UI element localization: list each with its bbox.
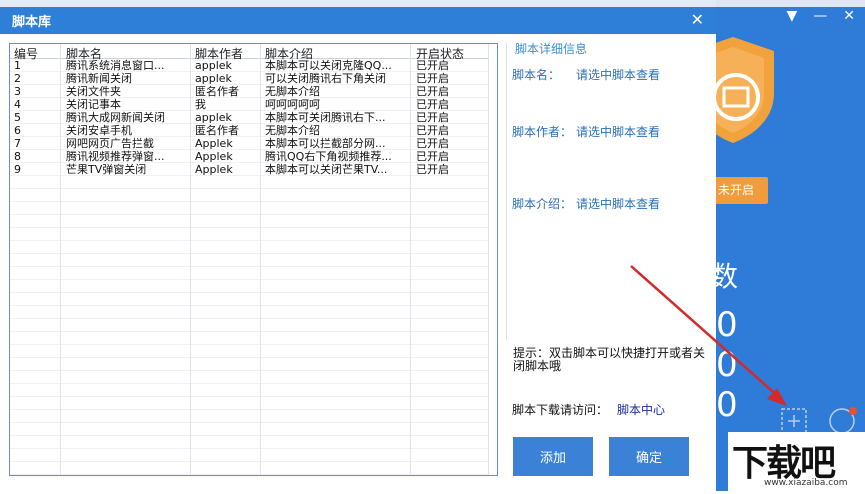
table-cell: Applek bbox=[195, 150, 233, 163]
table-cell: 腾讯新闻关闭 bbox=[66, 72, 132, 85]
table-cell: 1 bbox=[14, 59, 21, 72]
script-library-dialog: 脚本库 ✕ 编号 脚本名 脚本作者 脚本介绍 开启状态 1 腾讯系统消息窗口... apple… bbox=[0, 0, 716, 491]
table-row[interactable]: 9 芒果TV弹窗关闭 Applek 本脚本可以关闭芒果TV... 已开启 bbox=[10, 163, 488, 176]
close-icon[interactable]: ✕ bbox=[843, 8, 855, 24]
table-row[interactable]: 3 关闭文件夹 匿名作者 无脚本介绍 已开启 bbox=[10, 85, 488, 98]
detail-author-value: 请选中脚本查看 bbox=[576, 125, 661, 139]
annotation-arrow bbox=[630, 265, 787, 406]
table-cell: 已开启 bbox=[416, 137, 449, 150]
table-cell: 无脚本介绍 bbox=[265, 124, 320, 137]
table-row[interactable]: 5 腾讯大成网新闻关闭 applek 本脚本可关闭腾讯右下... 已开启 bbox=[10, 111, 488, 124]
detail-panel-title: 脚本详细信息 bbox=[515, 42, 588, 56]
table-cell: 腾讯视频推荐弹窗... bbox=[66, 150, 165, 163]
table-cell: applek bbox=[195, 72, 232, 85]
table-cell: 已开启 bbox=[416, 98, 449, 111]
table-row[interactable]: 1 腾讯系统消息窗口... applek 本脚本可以关闭克隆QQ... 已开启 bbox=[10, 59, 488, 72]
dialog-title: 脚本库 bbox=[12, 15, 52, 30]
table-cell: 呵呵呵呵呵 bbox=[265, 98, 320, 111]
close-button[interactable]: ✕ bbox=[691, 10, 704, 29]
watermark-url: www.xiazaiba.com bbox=[764, 478, 848, 488]
add-button[interactable]: 添加 bbox=[513, 437, 593, 476]
table-cell: 无脚本介绍 bbox=[265, 85, 320, 98]
table-cell: 本脚本可以关闭克隆QQ... bbox=[265, 59, 392, 72]
download-label: 脚本下载请访问： bbox=[512, 403, 609, 417]
table-cell: 7 bbox=[14, 137, 21, 150]
table-cell: 已开启 bbox=[416, 150, 449, 163]
table-cell: Applek bbox=[195, 137, 233, 150]
background-window-controls[interactable]: ▼ — ✕ bbox=[786, 8, 855, 24]
table-row[interactable]: 8 腾讯视频推荐弹窗... Applek 腾讯QQ右下角视频推荐... 已开启 bbox=[10, 150, 488, 163]
table-cell: 9 bbox=[14, 163, 21, 176]
script-table[interactable]: 编号 脚本名 脚本作者 脚本介绍 开启状态 1 腾讯系统消息窗口... applek 本脚本可以… bbox=[9, 43, 498, 476]
table-cell: 本脚本可以拦截部分网... bbox=[265, 137, 386, 150]
table-cell: 5 bbox=[14, 111, 21, 124]
table-cell: 匿名作者 bbox=[195, 124, 239, 137]
table-cell: 关闭文件夹 bbox=[66, 85, 121, 98]
table-cell: 4 bbox=[14, 98, 21, 111]
table-row[interactable]: 7 网吧网页广告拦截 Applek 本脚本可以拦截部分网... 已开启 bbox=[10, 137, 488, 150]
table-cell: 芒果TV弹窗关闭 bbox=[66, 163, 147, 176]
table-cell: 已开启 bbox=[416, 111, 449, 124]
dialog-top-edge bbox=[0, 0, 716, 7]
table-cell: 关闭安卓手机 bbox=[66, 124, 132, 137]
table-cell: 3 bbox=[14, 85, 21, 98]
table-row[interactable]: 6 关闭安卓手机 匿名作者 无脚本介绍 已开启 bbox=[10, 124, 488, 137]
detail-intro-value: 请选中脚本查看 bbox=[576, 197, 661, 211]
table-cell: 匿名作者 bbox=[195, 85, 239, 98]
table-cell: 已开启 bbox=[416, 85, 449, 98]
table-cell: 网吧网页广告拦截 bbox=[66, 137, 154, 150]
dialog-titlebar: 脚本库 ✕ bbox=[0, 7, 716, 34]
table-row[interactable]: 2 腾讯新闻关闭 applek 可以关闭腾讯右下角关闭 已开启 bbox=[10, 72, 488, 85]
detail-intro-label: 脚本介绍： bbox=[512, 197, 573, 211]
table-cell: 2 bbox=[14, 72, 21, 85]
table-cell: 我 bbox=[195, 98, 206, 111]
detail-name-value: 请选中脚本查看 bbox=[576, 68, 661, 82]
table-row[interactable]: 4 关闭记事本 我 呵呵呵呵呵 已开启 bbox=[10, 98, 488, 111]
table-cell: 已开启 bbox=[416, 163, 449, 176]
table-cell: 腾讯系统消息窗口... bbox=[66, 59, 165, 72]
detail-name-label: 脚本名： bbox=[512, 68, 561, 82]
table-cell: 已开启 bbox=[416, 124, 449, 137]
minimize-icon[interactable]: — bbox=[813, 8, 827, 24]
table-cell: 已开启 bbox=[416, 59, 449, 72]
menu-dropdown-icon[interactable]: ▼ bbox=[786, 8, 797, 24]
table-cell: applek bbox=[195, 59, 232, 72]
table-cell: 6 bbox=[14, 124, 21, 137]
table-cell: 腾讯QQ右下角视频推荐... bbox=[265, 150, 392, 163]
table-cell: 已开启 bbox=[416, 72, 449, 85]
table-cell: 可以关闭腾讯右下角关闭 bbox=[265, 72, 386, 85]
table-cell: 关闭记事本 bbox=[66, 98, 121, 111]
table-cell: 本脚本可关闭腾讯右下... bbox=[265, 111, 386, 124]
table-cell: 8 bbox=[14, 150, 21, 163]
ok-button[interactable]: 确定 bbox=[609, 437, 689, 476]
table-cell: 本脚本可以关闭芒果TV... bbox=[265, 163, 388, 176]
table-cell: applek bbox=[195, 111, 232, 124]
detail-author-label: 脚本作者： bbox=[512, 125, 573, 139]
table-cell: 腾讯大成网新闻关闭 bbox=[66, 111, 165, 124]
table-cell: Applek bbox=[195, 163, 233, 176]
